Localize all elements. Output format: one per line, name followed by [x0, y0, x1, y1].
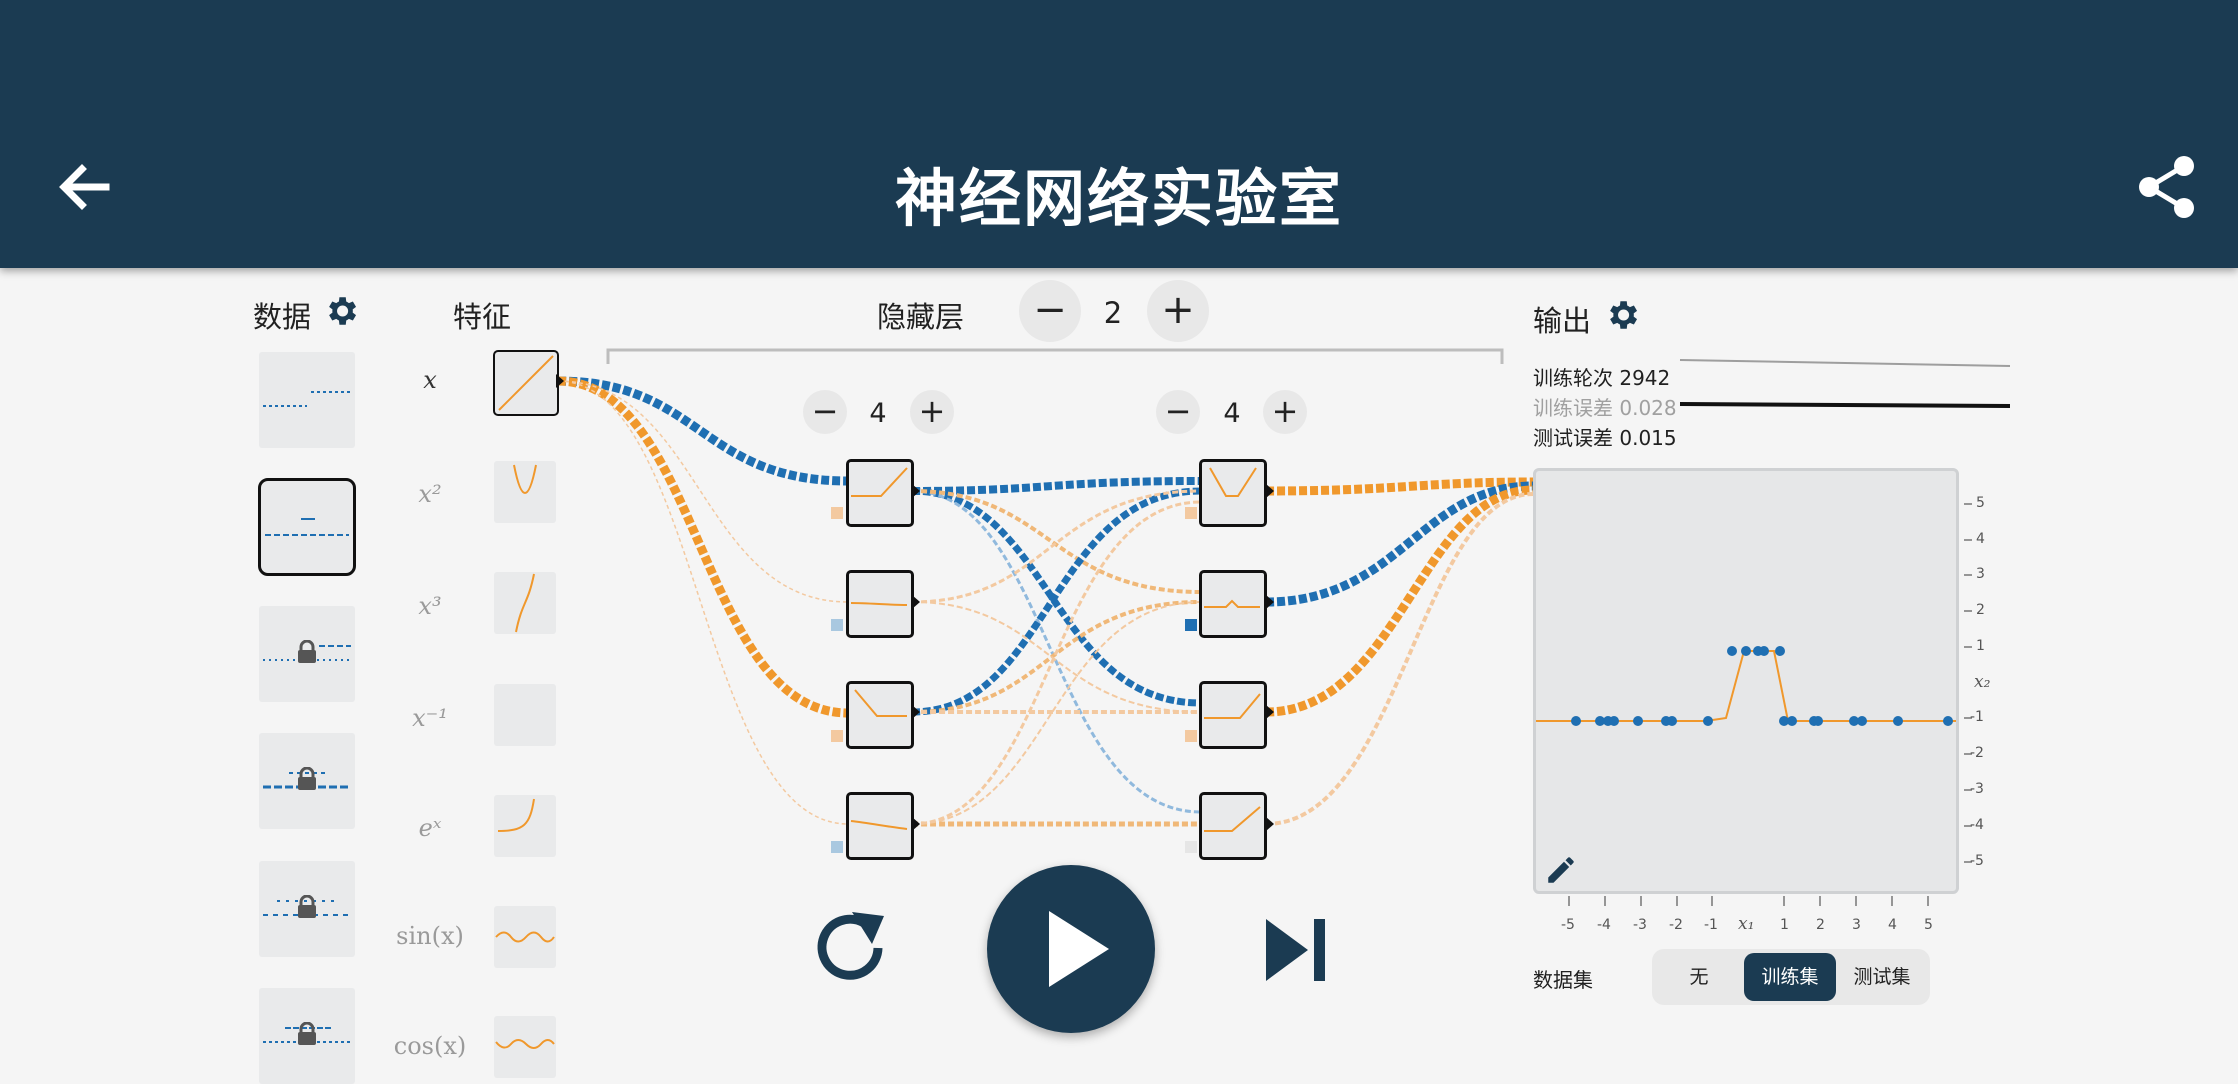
output-heatmap[interactable] — [1533, 468, 1959, 894]
loss-sparkline — [1679, 359, 2011, 408]
link — [1265, 492, 1534, 826]
neuron-l1-4[interactable] — [846, 792, 914, 860]
x-tick: -5 — [1561, 917, 1575, 933]
neuron-preview — [1204, 599, 1260, 608]
epoch-stat: 训练轮次 2942 — [1533, 362, 1670, 391]
y-tick: -2 — [1970, 745, 1984, 761]
link — [911, 477, 1202, 495]
test-loss-value: 0.015 — [1619, 426, 1677, 450]
dataset-toggle-none[interactable]: 无 — [1658, 953, 1740, 1001]
neuron-l1-3[interactable] — [846, 681, 914, 749]
neuron-l2-4[interactable] — [1199, 792, 1267, 860]
app-bar: 神经网络实验室 — [0, 0, 2238, 268]
x-tick: 3 — [1852, 917, 1861, 933]
x-tick: 1 — [1780, 917, 1789, 933]
neuron-preview — [854, 689, 907, 717]
neuron-preview — [850, 602, 908, 606]
play-button[interactable] — [987, 865, 1155, 1033]
neuron-preview — [850, 820, 908, 830]
y-tick: 4 — [1976, 531, 1985, 547]
y-axis-label: x₂ — [1974, 672, 1991, 692]
link — [911, 489, 1202, 594]
neuron-l2-3[interactable] — [1199, 681, 1267, 749]
y-tick: -5 — [1970, 853, 1984, 869]
epoch-label: 训练轮次 — [1533, 366, 1613, 390]
step-forward-icon[interactable] — [1262, 915, 1332, 985]
neuron-l1-2[interactable] — [846, 570, 914, 638]
x-tick: -4 — [1597, 917, 1611, 933]
neuron-preview — [1204, 806, 1261, 832]
x-tick: 4 — [1888, 917, 1897, 933]
pencil-edit-icon[interactable] — [1544, 853, 1578, 887]
neuron-preview — [1204, 693, 1261, 719]
link — [557, 380, 849, 603]
x-tick: -2 — [1669, 917, 1683, 933]
train-loss-value: 0.028 — [1619, 396, 1677, 420]
play-icon — [1049, 911, 1109, 987]
y-tick: -4 — [1970, 817, 1984, 833]
y-tick: 1 — [1976, 638, 1985, 654]
epoch-value: 2942 — [1619, 366, 1671, 390]
x-tick: -3 — [1633, 917, 1647, 933]
link — [557, 380, 849, 825]
dataset-toggle: 无 训练集 测试集 — [1652, 949, 1930, 1005]
y-tick: 3 — [1976, 566, 1985, 582]
y-tick: -3 — [1970, 781, 1984, 797]
neuron-l1-1[interactable] — [846, 459, 914, 527]
x-tick: -1 — [1704, 917, 1718, 933]
output-settings-gear-icon[interactable] — [1603, 296, 1641, 334]
neuron-preview — [1209, 467, 1257, 497]
page-title: 神经网络实验室 — [894, 162, 1343, 235]
output-section-label: 输出 — [1533, 304, 1592, 338]
output-function-plot — [1536, 646, 1956, 726]
share-icon[interactable] — [2136, 154, 2198, 220]
x-axis-label: x₁ — [1738, 914, 1755, 934]
dataset-toggle-test[interactable]: 测试集 — [1840, 953, 1924, 1001]
dataset-toggle-label: 数据集 — [1533, 968, 1593, 992]
y-tick: 5 — [1976, 495, 1985, 511]
train-loss-stat: 训练误差 0.028 — [1533, 392, 1677, 421]
x-tick: 2 — [1816, 917, 1825, 933]
dataset-toggle-train[interactable]: 训练集 — [1744, 953, 1836, 1001]
x-tick: 5 — [1924, 917, 1933, 933]
y-tick: 2 — [1976, 602, 1985, 618]
reset-icon[interactable] — [808, 906, 892, 990]
x-axis — [1568, 896, 1929, 906]
neuron-l2-1[interactable] — [1199, 459, 1267, 527]
y-tick: -1 — [1970, 709, 1984, 725]
neuron-l2-2[interactable] — [1199, 570, 1267, 638]
test-loss-stat: 测试误差 0.015 — [1533, 422, 1677, 451]
train-loss-label: 训练误差 — [1533, 396, 1613, 420]
neuron-preview — [851, 467, 908, 497]
test-loss-label: 测试误差 — [1533, 426, 1613, 450]
